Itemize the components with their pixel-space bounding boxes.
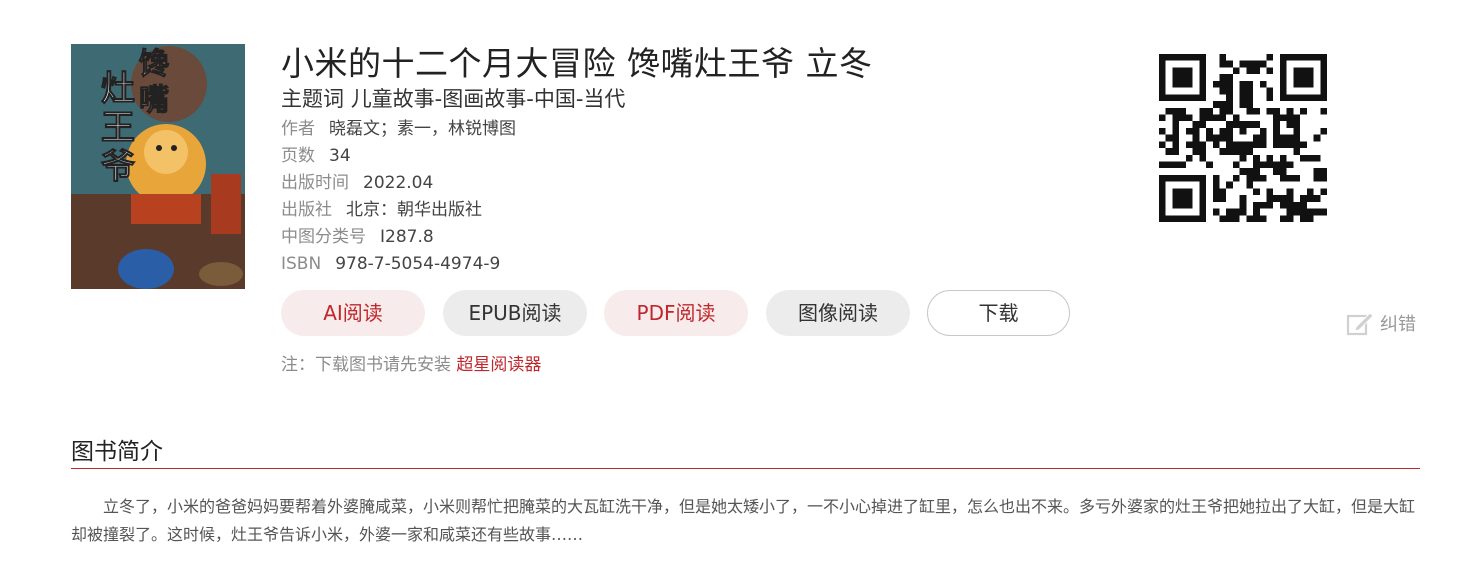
meta-key: 出版时间 [281, 173, 349, 193]
intro-divider [71, 468, 1420, 469]
download-button[interactable]: 下载 [927, 290, 1070, 336]
edit-icon [1346, 312, 1374, 336]
book-meta: 作者 晓磊文；素一，林锐博图 页数 34 出版时间 2022.04 出版社 北京：朝华出… [281, 116, 1101, 278]
meta-value: 34 [329, 146, 351, 166]
correction-link[interactable]: 纠错 [1346, 310, 1416, 336]
subject-label: 主题词 [281, 87, 344, 111]
cover-title-char: 王 [101, 108, 135, 148]
epub-read-button[interactable]: EPUB阅读 [443, 290, 587, 336]
meta-author: 作者 晓磊文；素一，林锐博图 [281, 116, 1101, 143]
cover-title-char: 嘴 [139, 83, 169, 118]
meta-key: 出版社 [281, 200, 332, 220]
meta-key: ISBN [281, 254, 322, 274]
meta-value: 晓磊文；素一，林锐博图 [329, 119, 516, 139]
book-title: 小米的十二个月大冒险 馋嘴灶王爷 立冬 [281, 44, 873, 83]
qr-code [1159, 54, 1327, 222]
qr-code-image [1159, 54, 1327, 222]
note-text: 注：下载图书请先安装 [281, 355, 451, 375]
cover-title-char: 爷 [101, 147, 135, 187]
meta-publisher: 出版社 北京：朝华出版社 [281, 197, 1101, 224]
meta-key: 页数 [281, 146, 315, 166]
meta-value: 北京：朝华出版社 [346, 200, 482, 220]
pdf-read-button[interactable]: PDF阅读 [604, 290, 748, 336]
meta-classification: 中图分类号 I287.8 [281, 224, 1101, 251]
meta-pages: 页数 34 [281, 143, 1101, 170]
meta-key: 作者 [281, 119, 315, 139]
meta-isbn: ISBN 978-7-5054-4974-9 [281, 251, 1101, 278]
meta-publish-date: 出版时间 2022.04 [281, 170, 1101, 197]
meta-value: I287.8 [380, 227, 434, 247]
cover-title-char: 灶 [101, 69, 135, 109]
meta-value: 2022.04 [363, 173, 434, 193]
reader-download-link[interactable]: 超星阅读器 [456, 355, 541, 375]
ai-read-button[interactable]: AI阅读 [281, 290, 425, 336]
book-cover-illustration: 灶 王 爷 馋 嘴 [71, 44, 245, 289]
subject-value: 儿童故事-图画故事-中国-当代 [350, 87, 626, 111]
book-subject: 主题词 儿童故事-图画故事-中国-当代 [281, 84, 1101, 114]
correction-label: 纠错 [1380, 314, 1416, 335]
intro-heading: 图书简介 [71, 439, 163, 465]
book-info: 小米的十二个月大冒险 馋嘴灶王爷 立冬 主题词 儿童故事-图画故事-中国-当代 … [281, 44, 1101, 278]
book-cover: 灶 王 爷 馋 嘴 [71, 44, 245, 289]
image-read-button[interactable]: 图像阅读 [766, 290, 910, 336]
intro-text: 立冬了，小米的爸爸妈妈要帮着外婆腌咸菜，小米则帮忙把腌菜的大瓦缸洗干净，但是她太… [71, 497, 1416, 544]
cover-title-char: 馋 [139, 47, 169, 82]
meta-key: 中图分类号 [281, 227, 366, 247]
meta-value: 978-7-5054-4974-9 [335, 254, 501, 274]
download-note: 注：下载图书请先安装 超星阅读器 [281, 350, 541, 375]
